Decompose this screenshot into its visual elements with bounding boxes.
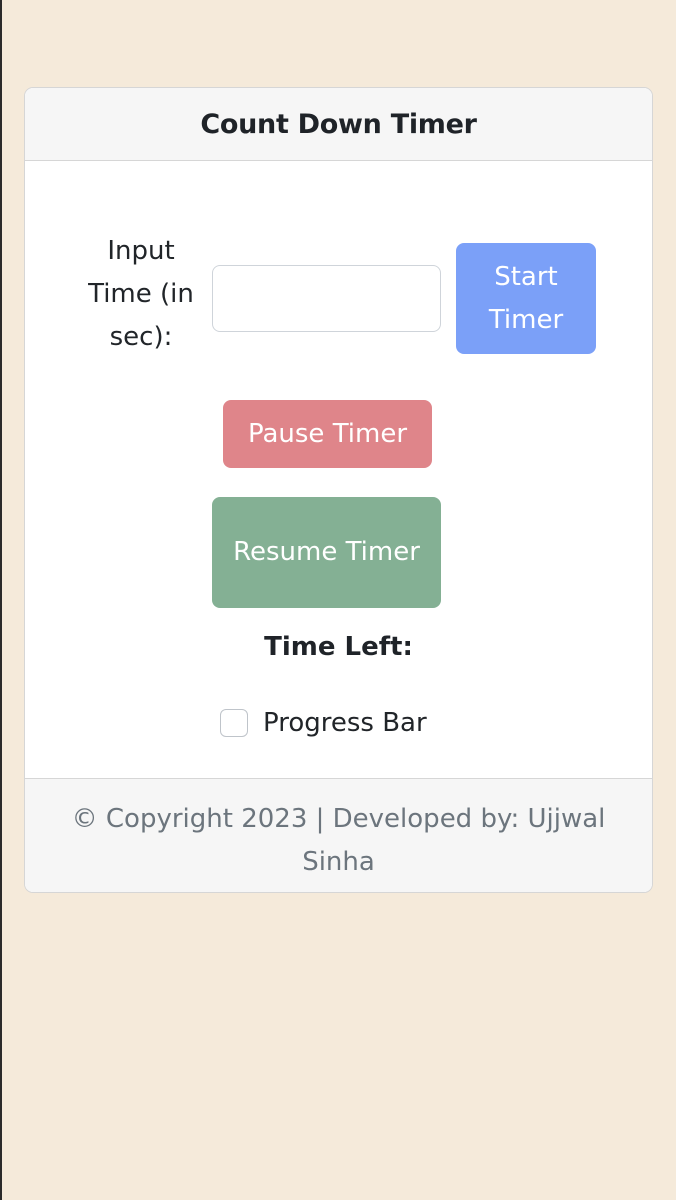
copyright-text: © Copyright 2023 | Developed by: Ujjwal … <box>71 804 606 877</box>
timer-card: Count Down Timer Input Time (in sec): St… <box>24 87 653 893</box>
card-header: Count Down Timer <box>25 88 652 161</box>
time-input[interactable] <box>212 265 441 332</box>
start-timer-button[interactable]: Start Timer <box>456 243 596 354</box>
pause-timer-button[interactable]: Pause Timer <box>223 400 432 468</box>
time-left-label: Time Left: <box>264 632 413 662</box>
progress-bar-toggle[interactable]: Progress Bar <box>220 708 427 738</box>
page-title: Count Down Timer <box>200 108 477 140</box>
input-time-label: Input Time (in sec): <box>88 236 194 352</box>
card-footer: © Copyright 2023 | Developed by: Ujjwal … <box>25 778 652 892</box>
window-edge <box>0 0 2 1200</box>
progress-bar-label: Progress Bar <box>263 708 427 738</box>
resume-timer-button[interactable]: Resume Timer <box>212 497 441 608</box>
progress-bar-checkbox[interactable] <box>220 709 248 737</box>
